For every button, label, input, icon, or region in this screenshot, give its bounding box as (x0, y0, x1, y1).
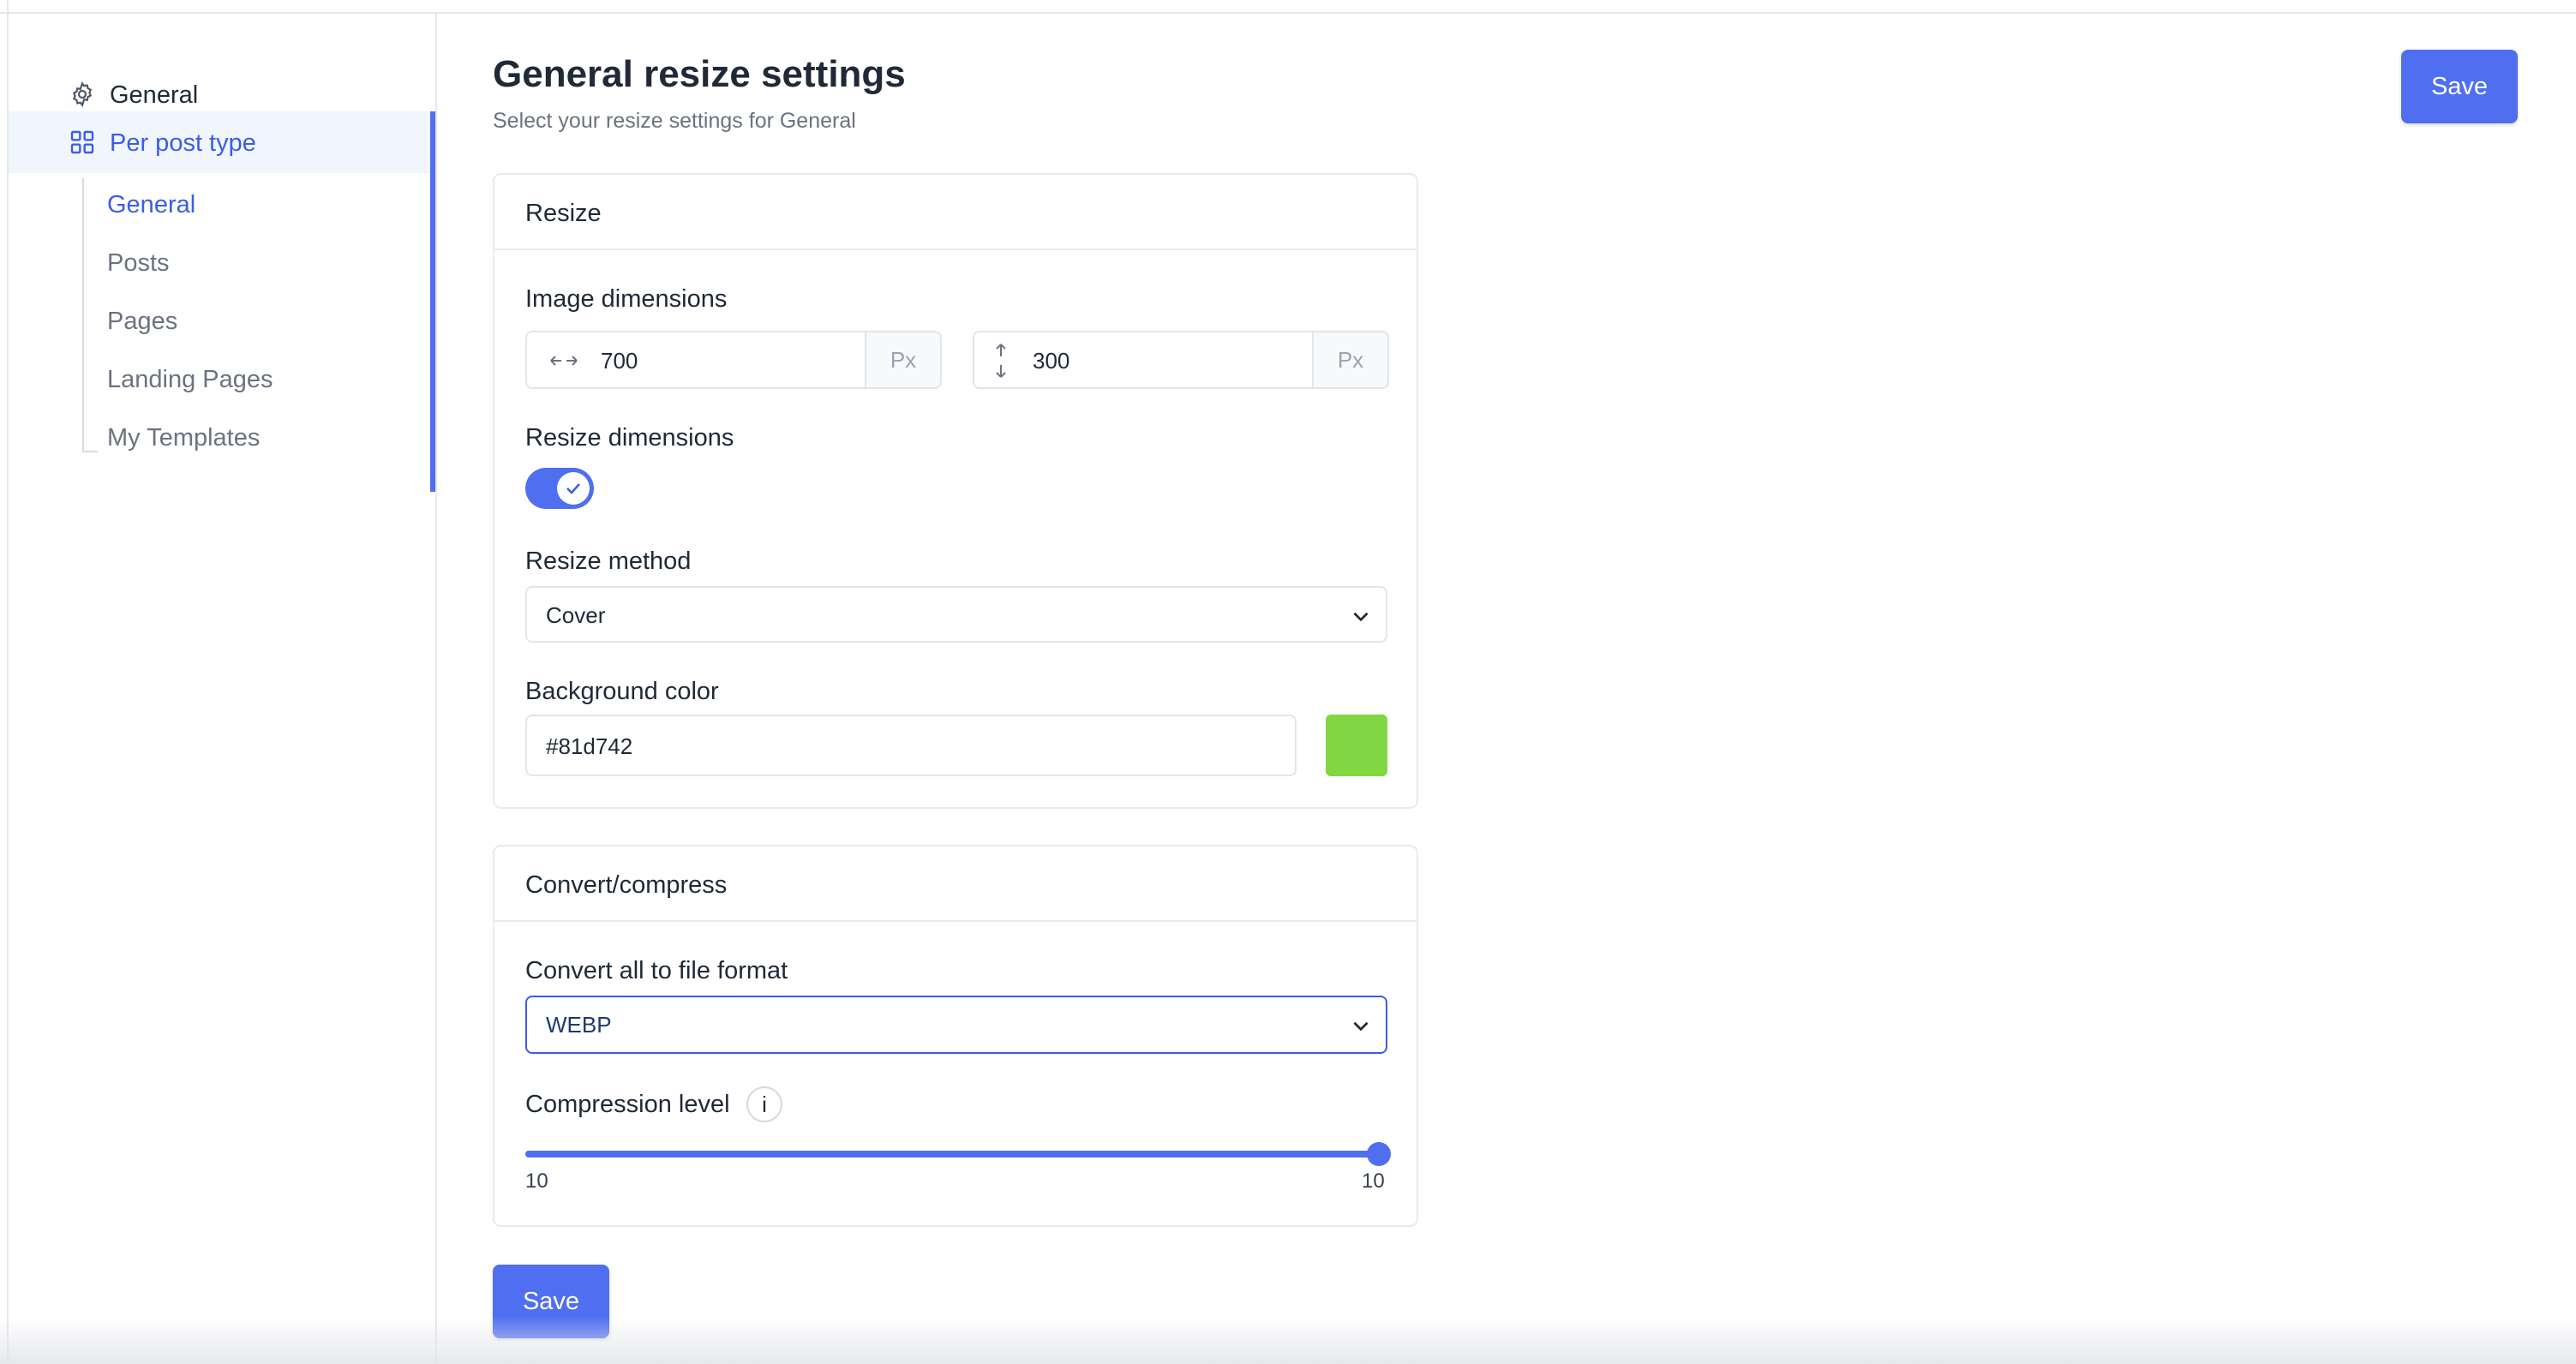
resize-method-label: Resize method (525, 547, 692, 575)
sidebar-subitem-pages[interactable]: Pages (107, 307, 177, 336)
page-title: General resize settings (493, 53, 906, 95)
file-format-label: Convert all to file format (525, 957, 788, 984)
info-icon[interactable]: i (746, 1086, 782, 1122)
sidebar-item-per-post-type[interactable]: Per post type (9, 111, 435, 173)
page-subtitle: Select your resize settings for General (493, 109, 856, 133)
slider-value-label: 10 (1362, 1170, 1385, 1193)
sidebar-item-label: General (110, 81, 199, 109)
vertical-arrows-icon (996, 344, 1006, 378)
check-icon (566, 483, 580, 494)
sidebar-subitem-general[interactable]: General (107, 190, 195, 219)
card-title: Resize (525, 200, 602, 227)
width-value: 700 (601, 348, 638, 374)
resize-dimensions-label: Resize dimensions (525, 424, 734, 452)
card-title: Convert/compress (525, 871, 728, 899)
compression-slider-thumb[interactable] (1367, 1142, 1391, 1166)
sidebar-subitem-landing-pages[interactable]: Landing Pages (107, 365, 273, 394)
sidebar-item-label: Per post type (110, 129, 256, 157)
active-indicator (430, 111, 435, 492)
compression-slider-track[interactable] (525, 1151, 1382, 1158)
top-border (0, 0, 2576, 14)
horizontal-arrows-icon (550, 356, 578, 366)
card-header: Resize (494, 175, 1417, 250)
card-header: Convert/compress (494, 847, 1417, 922)
grid-icon (70, 130, 94, 154)
height-input[interactable]: 300 Px (973, 331, 1389, 389)
compression-level-label: Compression level (525, 1091, 730, 1118)
file-format-value: WEBP (546, 1012, 612, 1038)
chevron-down-icon (1353, 612, 1369, 622)
toggle-knob (557, 472, 590, 505)
save-button-top[interactable]: Save (2401, 50, 2518, 123)
sub-tree-branch (82, 451, 98, 452)
file-format-select[interactable]: WEBP (525, 996, 1387, 1054)
background-color-input[interactable]: #81d742 (525, 715, 1297, 776)
resize-card: Resize Image dimensions 700 Px 300 Px Re… (493, 173, 1418, 809)
image-dimensions-label: Image dimensions (525, 285, 728, 313)
sidebar-subitem-my-templates[interactable]: My Templates (107, 423, 260, 452)
width-unit: Px (865, 332, 940, 387)
sub-tree-line (82, 178, 84, 451)
background-color-label: Background color (525, 678, 719, 705)
slider-min-label: 10 (525, 1170, 548, 1193)
resize-method-select[interactable]: Cover (525, 586, 1387, 643)
convert-card: Convert/compress Convert all to file for… (493, 845, 1418, 1227)
sidebar: General Per post type General Posts Page… (9, 14, 437, 1364)
left-edge (0, 0, 9, 1364)
width-input[interactable]: 700 Px (525, 331, 942, 389)
height-unit: Px (1312, 332, 1387, 387)
gear-icon (72, 81, 93, 107)
resize-dimensions-toggle[interactable] (525, 468, 594, 509)
height-value: 300 (1033, 348, 1070, 374)
sidebar-subitem-posts[interactable]: Posts (107, 248, 170, 278)
resize-method-value: Cover (546, 602, 606, 628)
color-swatch[interactable] (1326, 715, 1387, 776)
chevron-down-icon (1353, 1021, 1369, 1032)
background-color-value: #81d742 (546, 733, 633, 759)
save-button-bottom[interactable]: Save (493, 1265, 609, 1338)
